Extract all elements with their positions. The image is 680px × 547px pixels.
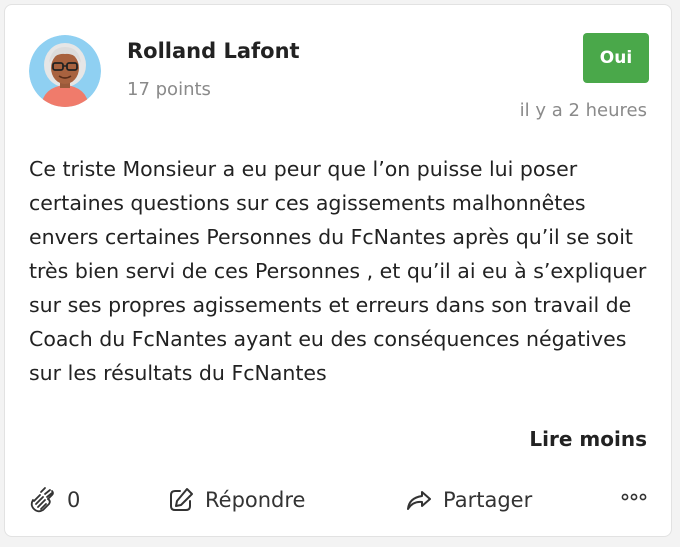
clap-button[interactable]: 0 [27, 483, 80, 517]
comment-body: Ce triste Monsieur a eu peur que l’on pu… [29, 157, 647, 385]
more-dots-icon [621, 493, 647, 501]
edit-icon [170, 488, 193, 511]
timestamp: il y a 2 heures [519, 100, 647, 121]
share-arrow-icon [407, 491, 431, 510]
status-badge: Oui [583, 33, 649, 83]
read-less-link[interactable]: Lire moins [529, 427, 647, 451]
author-points: 17 points [127, 79, 211, 100]
reply-label: Répondre [205, 488, 306, 512]
clap-icon [30, 487, 54, 513]
reply-button[interactable]: Répondre [167, 483, 305, 517]
more-options-button[interactable] [621, 487, 647, 507]
share-button[interactable]: Partager [405, 483, 532, 517]
share-label: Partager [443, 488, 533, 512]
avatar[interactable] [29, 35, 101, 107]
author-name[interactable]: Rolland Lafont [127, 39, 300, 63]
avatar-illustration [29, 35, 101, 107]
clap-count: 0 [67, 488, 81, 512]
comment-card: Rolland Lafont 17 points Oui il y a 2 he… [4, 4, 672, 537]
